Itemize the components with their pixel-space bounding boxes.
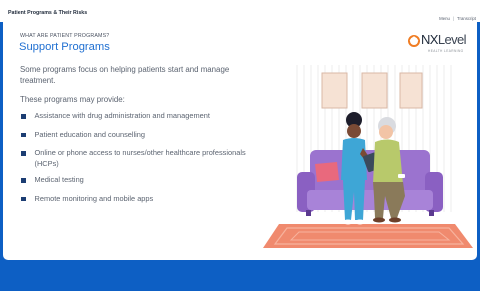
rug (263, 224, 473, 248)
nav-separator: | (452, 16, 455, 21)
logo-main: NX (421, 32, 438, 47)
nxlevel-logo-icon (408, 35, 420, 47)
square-bullet-icon (21, 114, 26, 119)
wall-frames (321, 72, 423, 109)
slide-content: WHAT ARE PATIENT PROGRAMS? Support Progr… (3, 22, 477, 260)
list-item-text: Remote monitoring and mobile apps (34, 193, 154, 203)
nurse-and-patient-illustration (263, 65, 473, 248)
patient-figure (373, 117, 405, 223)
list-item-text: Assistance with drug administration and … (34, 111, 210, 120)
course-title: Patient Programs & Their Risks (8, 10, 88, 16)
logo-tagline: HEALTH LEARNING (428, 49, 464, 53)
menu-link[interactable]: Menu (439, 16, 450, 21)
transcript-link[interactable]: Transcript (457, 16, 476, 21)
section-label: WHAT ARE PATIENT PROGRAMS? (20, 33, 110, 39)
list-item-text: Patient education and counselling (34, 129, 146, 139)
list-item: Patient education and counselling (21, 130, 266, 141)
logo-second: Level (437, 32, 467, 47)
pillow (315, 162, 339, 182)
brand-logo: NXLevel (408, 32, 467, 47)
list-item: Remote monitoring and mobile apps (21, 194, 266, 205)
list-item-text: Medical testing (34, 175, 84, 184)
list-item: Medical testing (21, 175, 266, 186)
square-bullet-icon (21, 151, 26, 156)
list-item: Online or phone access to nurses/other h… (21, 148, 266, 169)
intro-paragraph: Some programs focus on helping patients … (20, 65, 230, 85)
square-bullet-icon (21, 196, 26, 201)
list-lead: These programs may provide: (20, 95, 125, 104)
logo-wordmark: NXLevel (421, 32, 467, 47)
course-header-bar: Patient Programs & Their Risks Menu | Tr… (0, 0, 480, 22)
list-item: Assistance with drug administration and … (21, 111, 266, 122)
square-bullet-icon (21, 178, 26, 183)
top-nav: Menu | Transcript (439, 16, 476, 21)
page-title: Support Programs (19, 41, 110, 53)
list-item-text: Online or phone access to nurses/other h… (34, 148, 246, 168)
support-list: Assistance with drug administration and … (21, 111, 266, 212)
square-bullet-icon (21, 132, 26, 137)
